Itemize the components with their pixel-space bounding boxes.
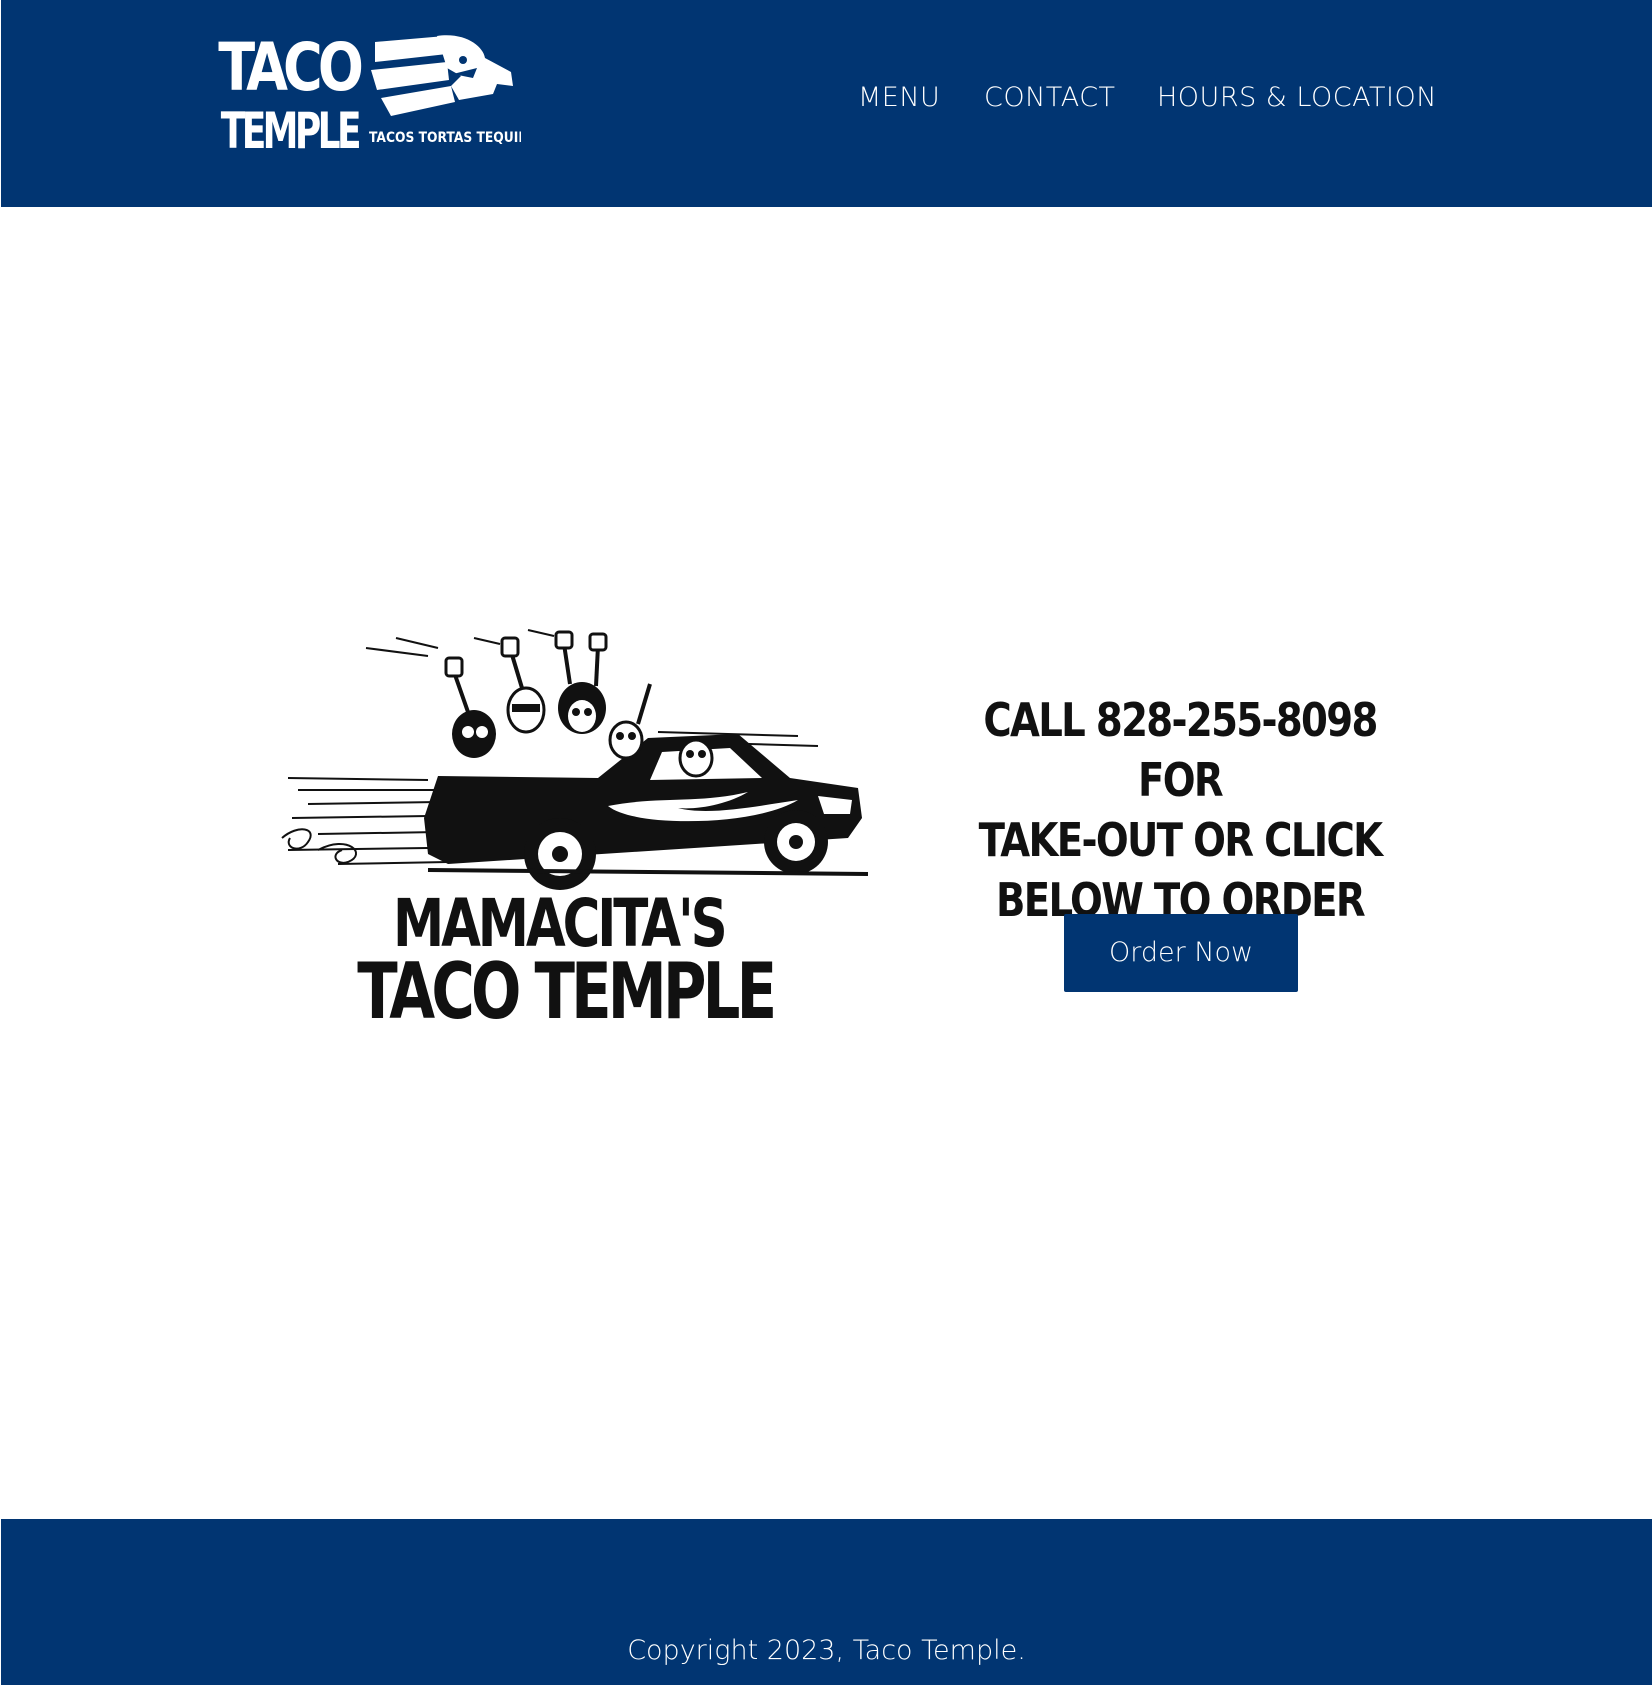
logo-tagline: TACOS TORTAS TEQUILA <box>369 130 521 146</box>
nav-hours-location-link[interactable]: HOURS & LOCATION <box>1157 80 1437 116</box>
site-header: TACO TEMPLE TACOS TORTAS TEQUILA MENU CO… <box>1 0 1652 207</box>
nav-menu-link[interactable]: MENU <box>858 80 940 116</box>
copyright-text: Copyright 2023, Taco Temple. <box>627 1635 1026 1666</box>
cta-line-1: CALL 828-255-8098 FOR <box>983 693 1378 807</box>
illustration-title-line2: TACO TEMPLE <box>357 947 773 1028</box>
cta-line-2: TAKE-OUT OR CLICK <box>978 813 1383 867</box>
site-footer: Copyright 2023, Taco Temple. <box>1 1519 1652 1685</box>
skeletons-in-car-illustration: MAMACITA'S TACO TEMPLE <box>281 629 869 1028</box>
nav-contact-link[interactable]: CONTACT <box>984 80 1116 116</box>
main-nav: MENU CONTACT HOURS & LOCATION <box>1 80 1652 120</box>
mamacitas-illustration: MAMACITA'S TACO TEMPLE <box>278 628 898 1028</box>
order-now-button[interactable]: Order Now <box>1064 914 1298 992</box>
